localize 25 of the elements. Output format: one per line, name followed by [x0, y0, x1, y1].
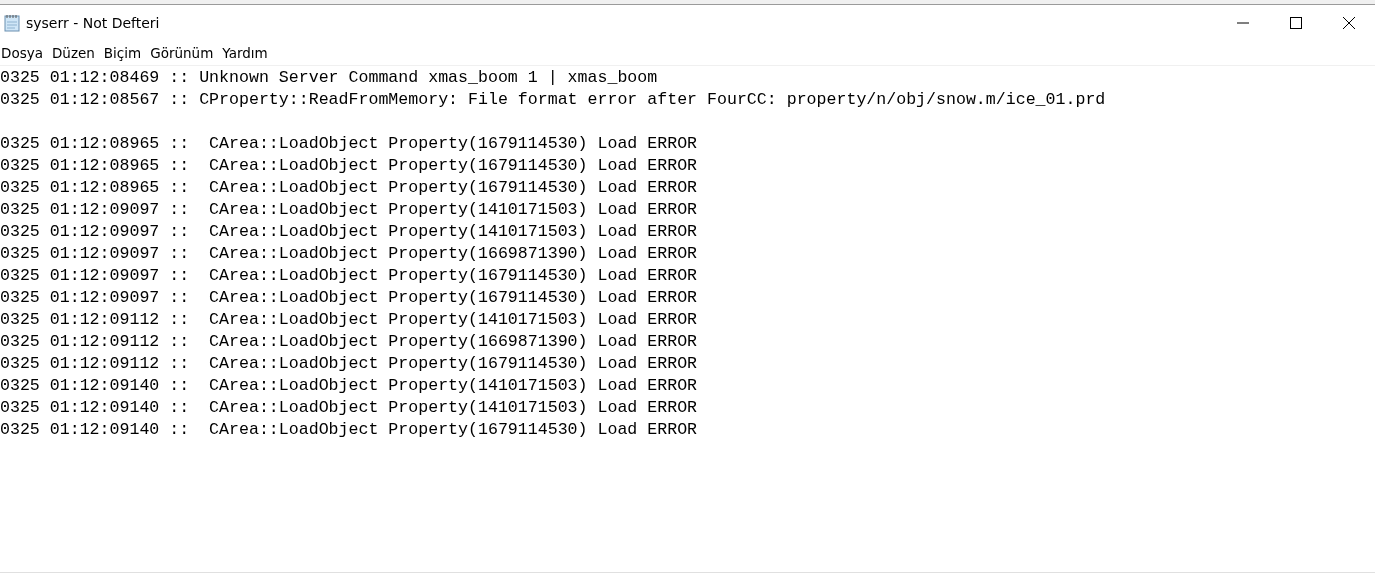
text-line: 0325 01:12:09140 :: CArea::LoadObject Property(1410171503) Load ERROR	[0, 375, 699, 397]
notepad-icon	[4, 14, 20, 32]
text-line: 0325 01:12:08469 :: Unknown Server Command xmas_boom 1 | xmas_boom	[0, 67, 659, 89]
text-line: 0325 01:12:09097 :: CArea::LoadObject Property(1410171503) Load ERROR	[0, 199, 699, 221]
window-title: syserr - Not Defteri	[26, 15, 161, 31]
menu-item[interactable]: Düzen	[51, 45, 102, 61]
text-line: 0325 01:12:08567 :: CProperty::ReadFromMemory: File format error after FourCC: property/n/obj/snow.m/ice_01.prd	[0, 89, 1107, 111]
menu-item[interactable]: Biçim	[103, 45, 149, 61]
text-line: 0325 01:12:09097 :: CArea::LoadObject Property(1669871390) Load ERROR	[0, 243, 699, 265]
menu-item[interactable]: Yardım	[222, 45, 275, 61]
menu-item[interactable]: Dosya	[0, 45, 50, 61]
maximize-icon	[1288, 16, 1303, 30]
text-line: 0325 01:12:09112 :: CArea::LoadObject Property(1410171503) Load ERROR	[0, 309, 699, 331]
text-line: 0325 01:12:09097 :: CArea::LoadObject Property(1679114530) Load ERROR	[0, 287, 699, 309]
text-line: 0325 01:12:09097 :: CArea::LoadObject Property(1410171503) Load ERROR	[0, 221, 699, 243]
text-line: 0325 01:12:09112 :: CArea::LoadObject Property(1669871390) Load ERROR	[0, 331, 699, 353]
close-icon	[1341, 16, 1356, 30]
text-line: 0325 01:12:09112 :: CArea::LoadObject Property(1679114530) Load ERROR	[0, 353, 699, 375]
text-line: 0325 01:12:09140 :: CArea::LoadObject Property(1410171503) Load ERROR	[0, 397, 699, 419]
text-line: 0325 01:12:09097 :: CArea::LoadObject Property(1679114530) Load ERROR	[0, 265, 699, 287]
text-line: 0325 01:12:09140 :: CArea::LoadObject Property(1679114530) Load ERROR	[0, 419, 699, 441]
text-line: 0325 01:12:08965 :: CArea::LoadObject Property(1679114530) Load ERROR	[0, 133, 699, 155]
menu-item[interactable]: Görünüm	[150, 45, 221, 61]
text-line: 0325 01:12:08965 :: CArea::LoadObject Property(1679114530) Load ERROR	[0, 177, 699, 199]
text-line: 0325 01:12:08965 :: CArea::LoadObject Property(1679114530) Load ERROR	[0, 155, 699, 177]
